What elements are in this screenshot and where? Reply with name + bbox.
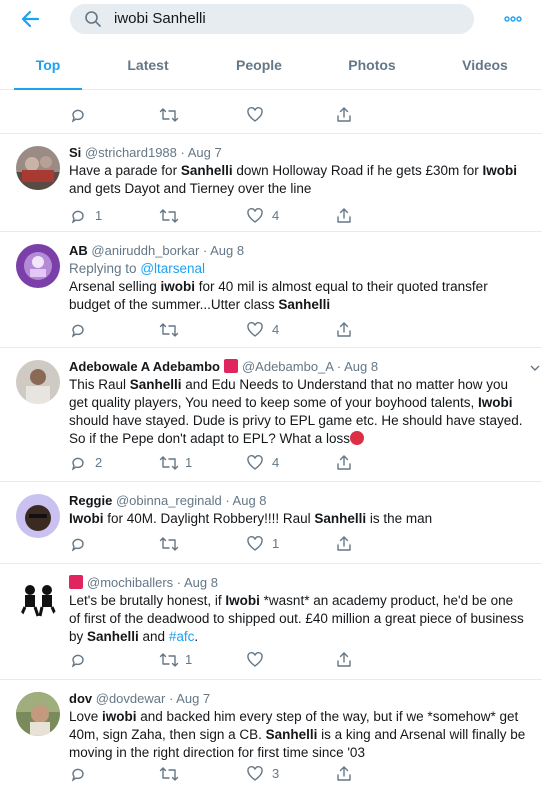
author-name[interactable]: Si bbox=[69, 145, 81, 160]
tab-label: Photos bbox=[348, 57, 396, 73]
author-handle[interactable]: @strichard1988 bbox=[85, 145, 177, 160]
author-handle[interactable]: @Adebambo_A bbox=[242, 359, 333, 374]
tweet-body: @mochiballers · Aug 8 Let's be brutally … bbox=[69, 574, 528, 646]
replying-to: Replying to @ltarsenal bbox=[69, 260, 528, 278]
tweet-text: Arsenal selling iwobi for 40 mil is almo… bbox=[69, 279, 488, 312]
author-name[interactable]: AB bbox=[69, 243, 88, 258]
like-count: 4 bbox=[272, 322, 280, 337]
tweet-body: Adebowale A Adebambo @Adebambo_A · Aug 8 … bbox=[69, 358, 528, 448]
tweet[interactable]: @mochiballers · Aug 8 Let's be brutally … bbox=[0, 564, 542, 680]
tweet-date[interactable]: Aug 7 bbox=[176, 691, 210, 706]
tweet-text: This Raul Sanhelli and Edu Needs to Unde… bbox=[69, 376, 528, 448]
tweet-body: Reggie @obinna_reginald · Aug 8 Iwobi fo… bbox=[69, 492, 528, 528]
siren-emoji-icon bbox=[69, 575, 83, 589]
tweet-header: @mochiballers · Aug 8 bbox=[69, 574, 528, 592]
tweet-text: Let's be brutally honest, if Iwobi *wasn… bbox=[69, 593, 524, 644]
replying-to-label: Replying to bbox=[69, 261, 137, 276]
tweet-header: Adebowale A Adebambo @Adebambo_A · Aug 8 bbox=[69, 359, 379, 374]
tab-label: Videos bbox=[462, 57, 508, 73]
search-icon bbox=[84, 10, 102, 28]
tweet-partial bbox=[0, 90, 542, 134]
retweet-count: 1 bbox=[185, 652, 193, 667]
like-count: 1 bbox=[272, 536, 280, 551]
tweet-date[interactable]: Aug 8 bbox=[210, 243, 244, 258]
tweet-actions: 1 bbox=[69, 534, 369, 554]
tweet-actions: 1 bbox=[69, 650, 369, 670]
tweet[interactable]: Reggie @obinna_reginald · Aug 8 Iwobi fo… bbox=[0, 482, 542, 564]
tweet-header: AB @aniruddh_borkar · Aug 8 bbox=[69, 243, 245, 258]
tweet-header: Si @strichard1988 · Aug 7 bbox=[69, 145, 222, 160]
angry-face-emoji-icon bbox=[350, 431, 365, 445]
tweet-actions: 1 4 bbox=[69, 206, 369, 226]
chevron-down-icon[interactable] bbox=[530, 360, 540, 371]
tweet-text: Have a parade for Sanhelli down Holloway… bbox=[69, 163, 517, 196]
tweet-text-body: This Raul Sanhelli and Edu Needs to Unde… bbox=[69, 377, 523, 446]
tab-latest[interactable]: Latest bbox=[112, 46, 184, 90]
author-handle[interactable]: @obinna_reginald bbox=[116, 493, 222, 508]
tweet[interactable]: Adebowale A Adebambo @Adebambo_A · Aug 8 … bbox=[0, 348, 542, 482]
retweet-count: 1 bbox=[185, 455, 193, 470]
author-name[interactable]: Reggie bbox=[69, 493, 112, 508]
tweet-text: Love iwobi and backed him every step of … bbox=[69, 709, 526, 760]
search-query: iwobi Sanhelli bbox=[114, 10, 206, 27]
tweet-actions: 3 bbox=[69, 764, 369, 784]
tweet-date[interactable]: Aug 8 bbox=[344, 359, 378, 374]
author-name[interactable]: dov bbox=[69, 691, 92, 706]
like-count: 3 bbox=[272, 766, 280, 781]
reply-count: 1 bbox=[95, 208, 103, 223]
siren-emoji-icon bbox=[223, 359, 238, 373]
search-tabs: Top Latest People Photos Videos bbox=[0, 46, 542, 90]
like-count: 4 bbox=[272, 208, 280, 223]
tab-people[interactable]: People bbox=[222, 46, 296, 90]
avatar[interactable] bbox=[16, 244, 60, 288]
author-name[interactable]: Adebowale A Adebambo bbox=[69, 359, 220, 374]
replying-to-handle[interactable]: @ltarsenal bbox=[140, 261, 205, 276]
more-icon[interactable] bbox=[500, 8, 526, 30]
back-arrow-icon[interactable] bbox=[18, 6, 44, 32]
tab-label: Top bbox=[35, 57, 61, 73]
tweet[interactable]: dov @dovdewar · Aug 7 Love iwobi and bac… bbox=[0, 680, 542, 785]
tweet-actions bbox=[69, 105, 369, 125]
tweet-actions: 2 1 4 bbox=[69, 453, 369, 473]
author-handle[interactable]: @mochiballers bbox=[87, 575, 173, 590]
tweet-date[interactable]: Aug 7 bbox=[188, 145, 222, 160]
tab-top[interactable]: Top bbox=[14, 46, 82, 90]
tab-label: Latest bbox=[127, 57, 169, 73]
tweet-date[interactable]: Aug 8 bbox=[184, 575, 218, 590]
reply-count: 2 bbox=[95, 455, 103, 470]
tweet-actions: 4 bbox=[69, 320, 369, 340]
tweet-body: dov @dovdewar · Aug 7 Love iwobi and bac… bbox=[69, 690, 528, 762]
tweet-body: Si @strichard1988 · Aug 7 Have a parade … bbox=[69, 144, 528, 198]
avatar[interactable] bbox=[16, 494, 60, 538]
tab-label: People bbox=[236, 57, 282, 73]
tweet-header: dov @dovdewar · Aug 7 bbox=[69, 691, 211, 706]
avatar[interactable] bbox=[16, 146, 60, 190]
tweet[interactable]: Si @strichard1988 · Aug 7 Have a parade … bbox=[0, 134, 542, 232]
search-input[interactable]: iwobi Sanhelli bbox=[70, 4, 474, 34]
tweet-body: AB @aniruddh_borkar · Aug 8 Replying to … bbox=[69, 242, 528, 314]
tweet[interactable]: AB @aniruddh_borkar · Aug 8 Replying to … bbox=[0, 232, 542, 348]
like-count: 4 bbox=[272, 455, 280, 470]
tweet-header: Reggie @obinna_reginald · Aug 8 bbox=[69, 493, 267, 508]
avatar[interactable] bbox=[16, 692, 60, 736]
avatar[interactable] bbox=[16, 360, 60, 404]
tweet-text: Iwobi for 40M. Daylight Robbery!!!! Raul… bbox=[69, 511, 433, 526]
avatar[interactable] bbox=[16, 576, 60, 620]
author-handle[interactable]: @aniruddh_borkar bbox=[91, 243, 199, 258]
tab-videos[interactable]: Videos bbox=[448, 46, 522, 90]
tab-photos[interactable]: Photos bbox=[336, 46, 408, 90]
author-handle[interactable]: @dovdewar bbox=[96, 691, 166, 706]
tweet-date[interactable]: Aug 8 bbox=[233, 493, 267, 508]
top-bar: iwobi Sanhelli bbox=[0, 0, 542, 40]
